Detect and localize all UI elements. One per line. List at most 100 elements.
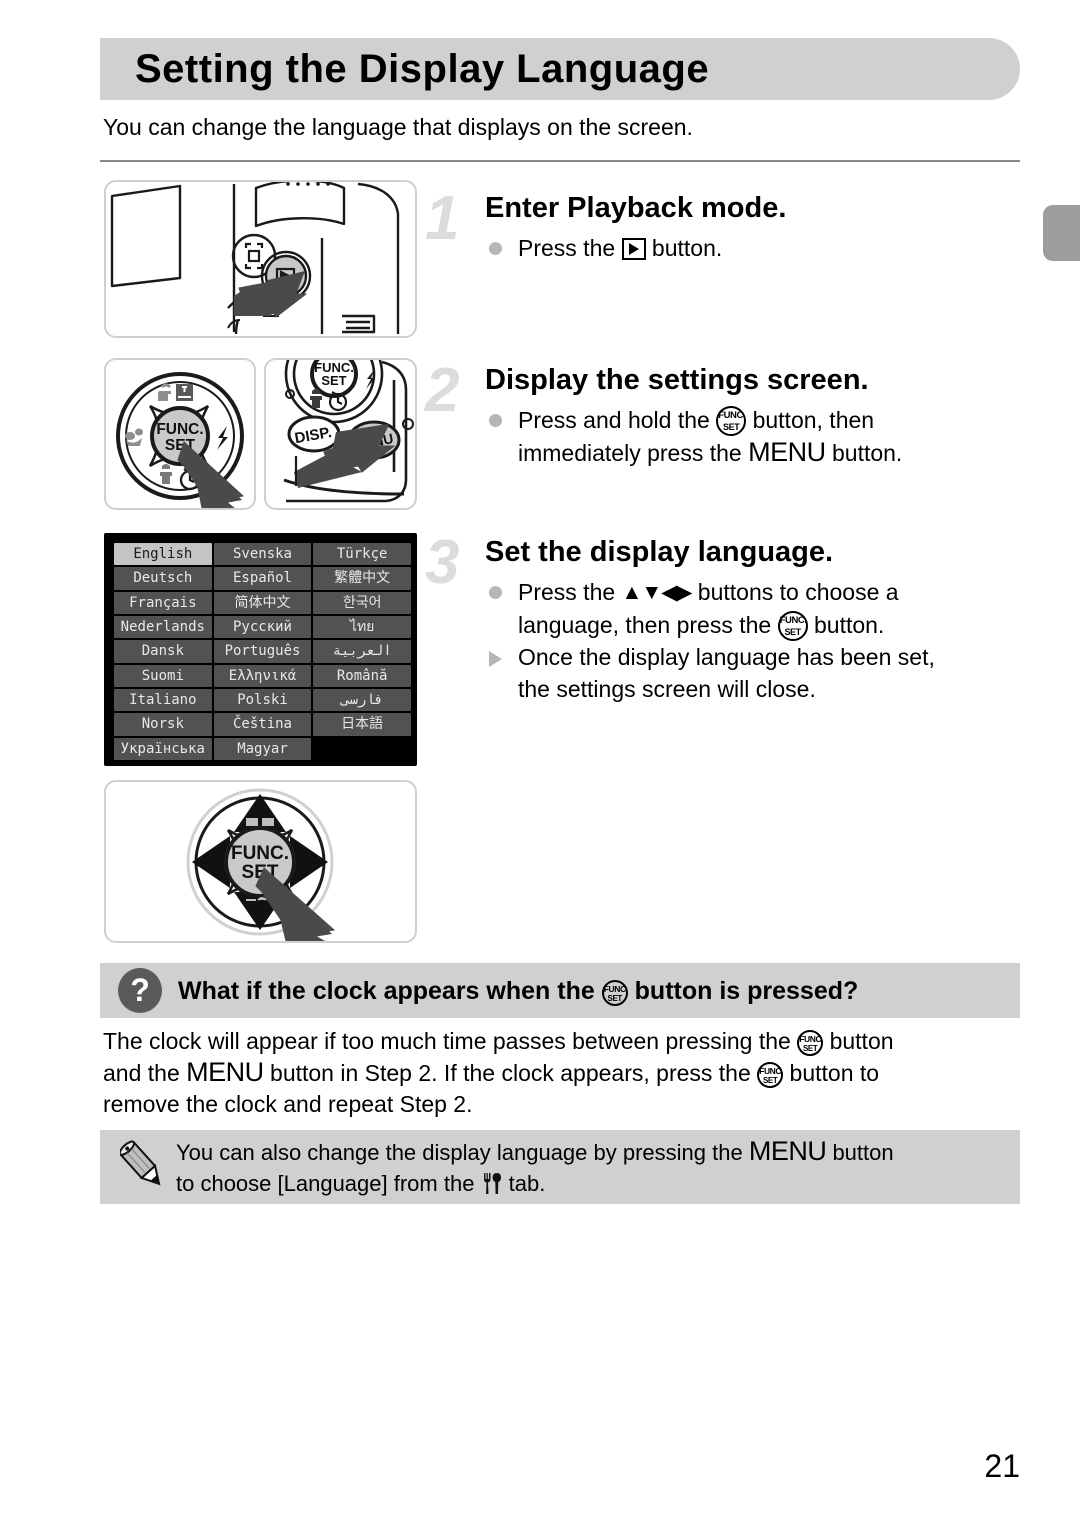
- bullet-dot-icon: [489, 242, 502, 255]
- language-cell[interactable]: ไทย: [313, 616, 411, 639]
- language-cell[interactable]: 한국어: [313, 591, 411, 614]
- step-3-result-line-2: the settings screen will close.: [485, 673, 1030, 705]
- header-divider: [100, 160, 1020, 162]
- step-2-heading: Display the settings screen.: [485, 364, 869, 396]
- step-3-text-b: buttons to choose a: [691, 579, 899, 605]
- figure-directional-pad: FUNC. SET: [104, 780, 417, 943]
- faq-title-a: What if the clock appears when the: [178, 977, 602, 1005]
- note-text-c: to choose [Language] from the: [176, 1171, 481, 1196]
- language-cell[interactable]: Polski: [213, 689, 312, 712]
- figure-language-screen: English Svenska Türkçe Deutsch Español 繁…: [104, 533, 417, 766]
- language-grid[interactable]: English Svenska Türkçe Deutsch Español 繁…: [114, 543, 411, 760]
- step-2-text-before: Press and hold the: [518, 407, 717, 433]
- language-cell[interactable]: Español: [213, 567, 312, 590]
- step-3-result-line: Once the display language has been set,: [485, 641, 1030, 673]
- language-cell[interactable]: Norsk: [114, 713, 212, 736]
- language-cell[interactable]: Svenska: [213, 543, 312, 566]
- pencil-icon: [118, 1140, 166, 1192]
- note-text-a: You can also change the display language…: [176, 1140, 749, 1165]
- note-text-d: tab.: [502, 1171, 546, 1196]
- note-text-b: button: [826, 1140, 894, 1165]
- language-cell[interactable]: Français: [114, 591, 212, 614]
- bullet-dot-icon: [489, 414, 502, 427]
- func-set-icon: FUNC. SET: [716, 406, 747, 436]
- faq-title-b: button is pressed?: [627, 977, 859, 1005]
- language-cell[interactable]: Čeština: [213, 713, 312, 736]
- language-cell[interactable]: Deutsch: [114, 567, 212, 590]
- step-2-text-cont-a: immediately press the: [518, 440, 749, 466]
- menu-label-icon: MENU: [186, 1057, 264, 1087]
- step-3-heading: Set the display language.: [485, 536, 834, 568]
- language-cell[interactable]: Română: [313, 664, 411, 687]
- language-cell[interactable]: Italiano: [114, 689, 212, 712]
- language-cell[interactable]: Suomi: [114, 664, 212, 687]
- playback-icon: [621, 238, 646, 260]
- step-3-bullet-line: Press the ▲▼◀▶ buttons to choose a: [485, 576, 1030, 609]
- figure-playback-button: [104, 180, 417, 338]
- faq-body-a: The clock will appear if too much time p…: [103, 1028, 798, 1054]
- step-3-body: Press the ▲▼◀▶ buttons to choose a langu…: [485, 576, 1030, 705]
- step-1-text-before: Press the: [518, 235, 622, 261]
- step-1-number: 1: [425, 184, 460, 253]
- step-1-bullet-line: Press the button.: [485, 232, 1030, 264]
- step-3-text-f: the settings screen will close.: [518, 676, 816, 702]
- chapter-edge-tab: [1043, 205, 1080, 261]
- step-2-continuation-line: immediately press the MENU button.: [485, 436, 1030, 469]
- language-cell[interactable]: Nederlands: [114, 616, 212, 639]
- step-2-number: 2: [425, 356, 460, 425]
- figure-menu-button: FUNC. SET DISP. MENU: [264, 358, 417, 510]
- language-cell[interactable]: Português: [213, 640, 312, 663]
- language-cell-empty: [313, 737, 411, 760]
- page-intro: You can change the language that display…: [103, 114, 693, 140]
- language-cell[interactable]: Dansk: [114, 640, 212, 663]
- language-cell[interactable]: 繁體中文: [313, 567, 411, 590]
- step-2-bullet-line: Press and hold the FUNC. SET button, then: [485, 404, 1030, 436]
- step-3-continuation-line: language, then press the FUNC. SET button…: [485, 609, 1030, 641]
- step-2-text-cont-b: button.: [825, 440, 903, 466]
- step-3-text-a: Press the: [518, 579, 622, 605]
- faq-body-b: button: [823, 1028, 894, 1054]
- step-2-text-after: button, then: [746, 407, 875, 433]
- step-3-text-d: button.: [807, 612, 885, 638]
- step-1-heading: Enter Playback mode.: [485, 192, 787, 224]
- faq-body: The clock will appear if too much time p…: [103, 1026, 1003, 1120]
- step-3-number: 3: [425, 528, 460, 597]
- language-cell[interactable]: العربية: [313, 640, 411, 663]
- tools-tab-icon: [481, 1172, 503, 1195]
- faq-body-g: remove the clock and repeat Step 2.: [103, 1091, 473, 1117]
- language-cell[interactable]: Українська: [114, 737, 212, 760]
- language-cell[interactable]: Magyar: [213, 737, 312, 760]
- language-cell[interactable]: فارسی: [313, 689, 411, 712]
- func-set-icon: FUNC. SET: [757, 1062, 784, 1088]
- step-3-text-e: Once the display language has been set,: [518, 644, 935, 670]
- step-1-body: Press the button.: [485, 232, 1030, 264]
- language-cell[interactable]: 日本語: [313, 713, 411, 736]
- step-2-body: Press and hold the FUNC. SET button, then…: [485, 404, 1030, 469]
- language-cell[interactable]: 简体中文: [213, 591, 312, 614]
- direction-arrows-icon: ▲▼◀▶: [621, 581, 693, 604]
- language-cell[interactable]: Русский: [213, 616, 312, 639]
- page-title: Setting the Display Language: [135, 47, 710, 91]
- menu-label-icon: MENU: [748, 437, 826, 467]
- func-set-icon: FUNC. SET: [777, 611, 808, 641]
- language-cell[interactable]: Türkçe: [313, 543, 411, 566]
- menu-label-icon: MENU: [748, 1136, 827, 1166]
- page-number: 21: [984, 1448, 1020, 1484]
- func-set-icon: FUNC. SET: [601, 980, 628, 1006]
- faq-title: What if the clock appears when the FUNC.…: [178, 973, 858, 1009]
- step-3-text-c: language, then press the: [518, 612, 778, 638]
- question-mark-icon: ?: [118, 968, 162, 1013]
- svg-text:SET: SET: [321, 373, 346, 388]
- language-cell[interactable]: Ελληνικά: [213, 664, 312, 687]
- language-cell[interactable]: English: [114, 543, 212, 566]
- figure-func-set-dial: FUNC. SET: [104, 358, 256, 510]
- func-set-icon: FUNC. SET: [797, 1030, 824, 1056]
- svg-text:FUNC.: FUNC.: [156, 421, 203, 438]
- note-text: You can also change the display language…: [176, 1136, 1006, 1199]
- faq-body-f: button to: [783, 1060, 880, 1086]
- faq-body-c: and the: [103, 1060, 187, 1086]
- step-1-text-after: button.: [645, 235, 723, 261]
- faq-body-e: button in Step 2. If the clock appears, …: [263, 1060, 758, 1086]
- svg-text:FUNC.: FUNC.: [231, 843, 289, 864]
- bullet-triangle-icon: [489, 651, 502, 667]
